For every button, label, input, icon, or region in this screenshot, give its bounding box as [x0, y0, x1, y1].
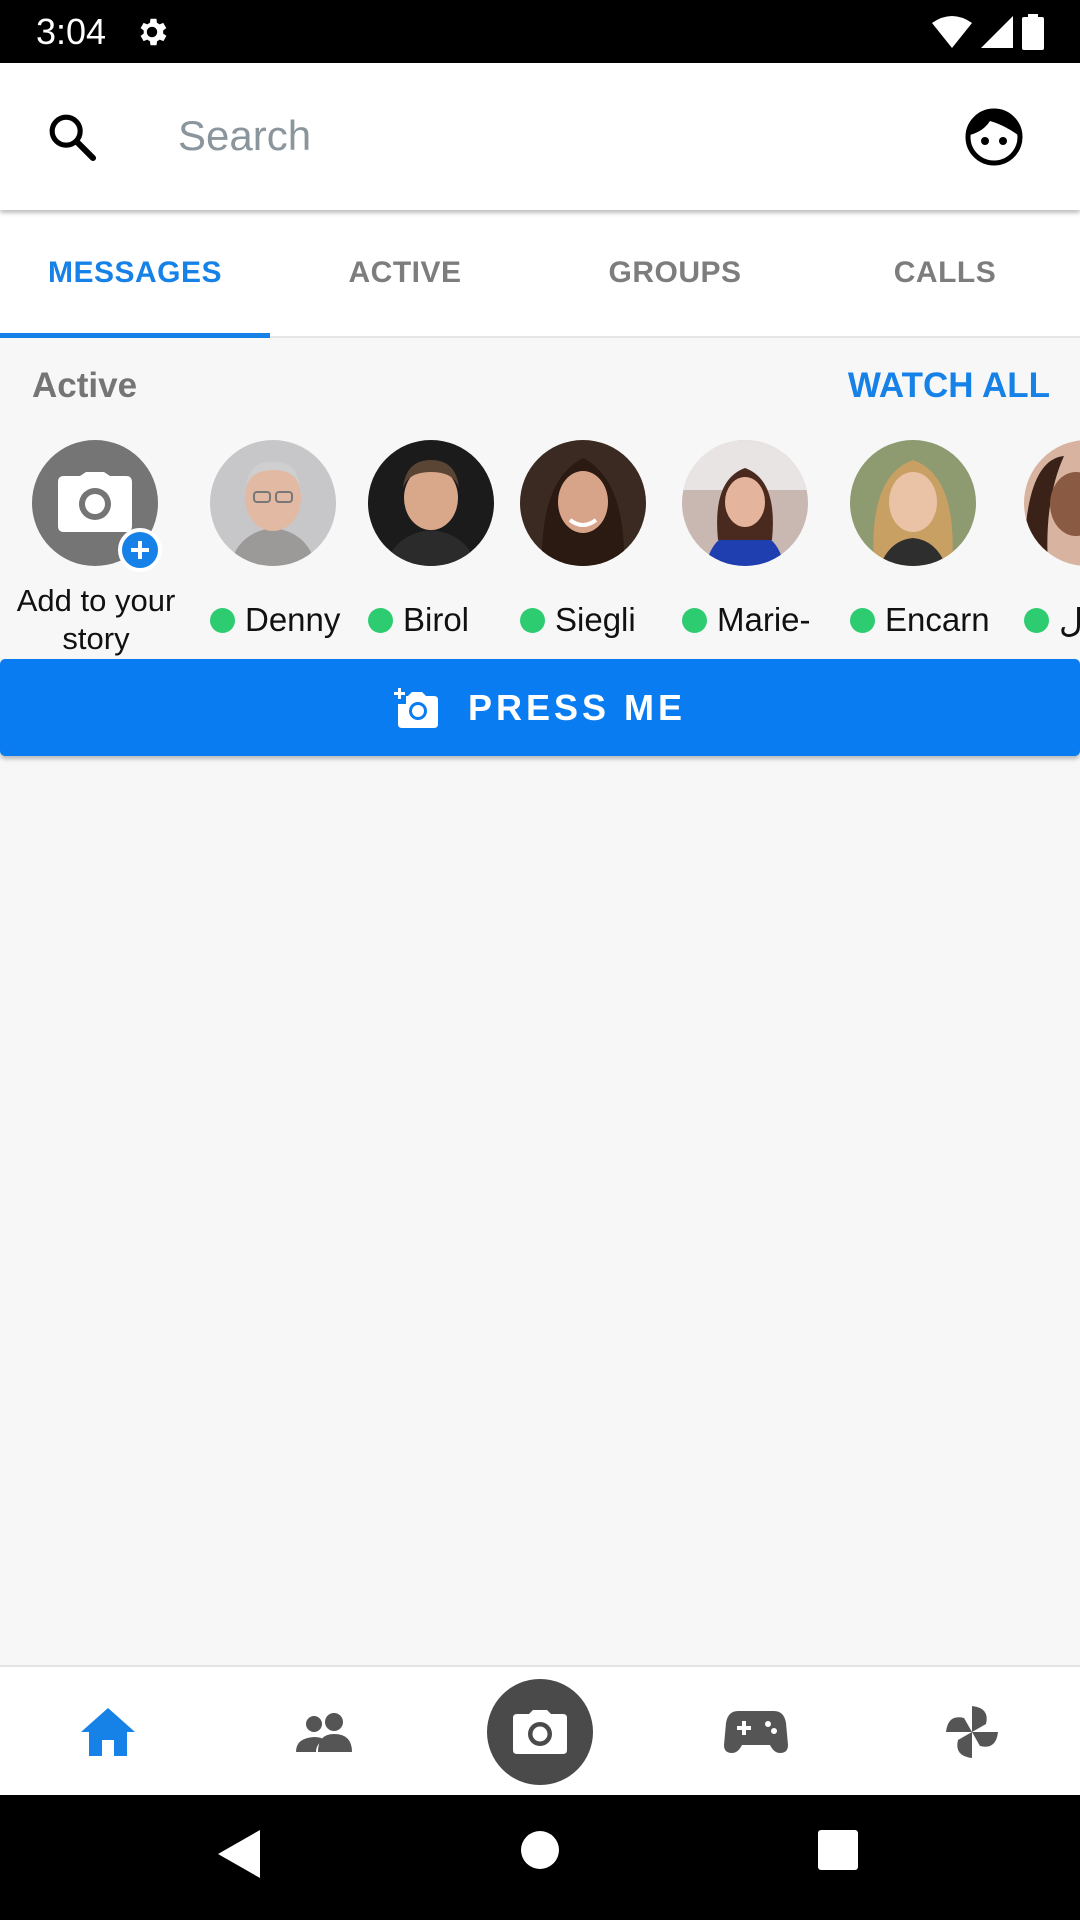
- story-name-text: Siegli: [555, 601, 636, 638]
- story-name: ل: [1024, 601, 1080, 640]
- story-name-text: ل: [1059, 602, 1080, 639]
- story-item[interactable]: Marie-: [682, 440, 842, 638]
- add-photo-icon: [393, 687, 438, 728]
- story-name-text: Marie-: [717, 601, 811, 638]
- story-name: Encarn: [850, 601, 990, 639]
- bottom-nav: [0, 1665, 1080, 1795]
- story-item[interactable]: Siegli: [520, 440, 680, 638]
- story-item[interactable]: Birol: [368, 440, 528, 638]
- nav-discover[interactable]: [864, 1667, 1080, 1797]
- camera-icon: [513, 1710, 567, 1754]
- story-name: Siegli: [520, 601, 636, 639]
- nav-people[interactable]: [216, 1667, 432, 1797]
- home-icon: [81, 1708, 135, 1756]
- search-icon[interactable]: [44, 109, 100, 165]
- recents-icon[interactable]: [818, 1830, 858, 1870]
- story-name: Marie-: [682, 601, 811, 639]
- tab-bar: MESSAGES ACTIVE GROUPS CALLS: [0, 210, 1080, 338]
- avatar[interactable]: [1024, 440, 1080, 566]
- status-bar: 3:04: [0, 0, 1080, 63]
- add-story-avatar[interactable]: [32, 440, 162, 572]
- gamepad-icon: [724, 1711, 788, 1753]
- avatar[interactable]: [520, 440, 646, 566]
- story-item[interactable]: Encarn: [850, 440, 1010, 638]
- search-input[interactable]: [178, 103, 878, 169]
- tab-active[interactable]: ACTIVE: [270, 210, 540, 336]
- avatar[interactable]: [210, 440, 336, 566]
- nav-games[interactable]: [648, 1667, 864, 1797]
- profile-face-icon[interactable]: [964, 107, 1024, 167]
- online-indicator: [850, 607, 875, 633]
- wifi-icon: [932, 15, 972, 48]
- story-name: Birol: [368, 601, 469, 639]
- online-indicator: [682, 607, 707, 633]
- search-header: [0, 63, 1080, 210]
- avatar[interactable]: [368, 440, 494, 566]
- battery-icon: [1022, 13, 1044, 50]
- camera-button[interactable]: [487, 1679, 593, 1785]
- active-title: Active: [32, 366, 138, 405]
- tab-groups[interactable]: GROUPS: [540, 210, 810, 336]
- active-section-header: Active WATCH ALL: [0, 338, 1080, 438]
- online-indicator: [210, 607, 235, 633]
- tab-messages[interactable]: MESSAGES: [0, 210, 270, 338]
- press-me-button[interactable]: PRESS ME: [0, 659, 1080, 756]
- nav-camera[interactable]: [432, 1667, 648, 1797]
- add-plus-icon: [118, 528, 162, 572]
- story-name-text: Birol: [403, 601, 470, 638]
- story-item[interactable]: ل: [1024, 440, 1080, 639]
- stories-row: Add to your story Denny Birol Siegli Mar…: [0, 440, 1080, 660]
- nav-home[interactable]: [0, 1667, 216, 1797]
- home-circle-icon[interactable]: [520, 1830, 560, 1870]
- add-story-label: Add to your story: [16, 583, 176, 656]
- cell-signal-icon: [981, 15, 1013, 48]
- press-me-label: PRESS ME: [467, 686, 687, 728]
- avatar[interactable]: [682, 440, 808, 566]
- story-name: Denny: [210, 601, 340, 639]
- settings-gear-icon: [140, 18, 167, 45]
- system-nav-bar: [0, 1795, 1080, 1920]
- pinwheel-icon: [946, 1706, 998, 1758]
- back-icon[interactable]: [218, 1830, 260, 1878]
- online-indicator: [368, 607, 393, 633]
- avatar[interactable]: [850, 440, 976, 566]
- online-indicator: [1024, 608, 1049, 633]
- online-indicator: [520, 607, 545, 633]
- status-time: 3:04: [36, 10, 107, 52]
- people-icon: [296, 1713, 352, 1752]
- story-item[interactable]: Denny: [210, 440, 370, 638]
- tab-calls[interactable]: CALLS: [810, 210, 1080, 336]
- camera-icon: [58, 472, 132, 532]
- add-story-item[interactable]: Add to your story: [17, 440, 192, 656]
- story-name-text: Encarn: [885, 601, 990, 638]
- watch-all-link[interactable]: WATCH ALL: [848, 366, 1050, 406]
- story-name-text: Denny: [245, 601, 341, 638]
